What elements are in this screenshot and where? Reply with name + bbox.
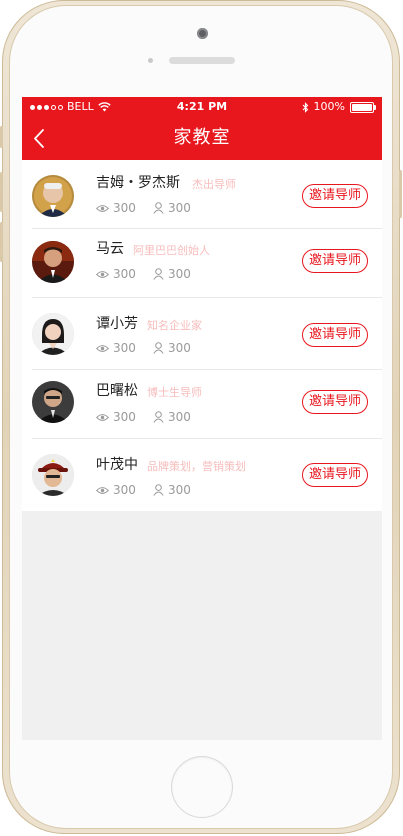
follower-count: 300 — [153, 341, 191, 355]
tutor-title: 博士生导师 — [147, 386, 202, 399]
view-count-value: 300 — [113, 410, 136, 424]
tutor-name: 吉姆・罗杰斯 — [96, 175, 180, 191]
eye-icon — [96, 344, 109, 352]
tutor-row[interactable]: 马云 阿里巴巴创始人 300 300 邀请导师 — [32, 229, 382, 298]
volume-down-button — [0, 222, 3, 262]
view-count-value: 300 — [113, 267, 136, 281]
eye-icon — [96, 413, 109, 421]
tutor-list: 吉姆・罗杰斯 杰出导师 300 300 邀请导师 马云 阿里巴巴创始人 300 … — [22, 160, 382, 511]
view-count: 300 — [96, 341, 136, 355]
volume-up-button — [0, 172, 3, 212]
eye-icon — [96, 486, 109, 494]
follower-count-value: 300 — [168, 201, 191, 215]
follower-count: 300 — [153, 267, 191, 281]
home-button[interactable] — [172, 757, 232, 817]
tutor-title: 品牌策划，营销策划 — [147, 460, 246, 473]
bluetooth-icon — [302, 101, 308, 113]
follower-count: 300 — [153, 201, 191, 215]
tutor-name: 叶茂中 — [96, 457, 138, 473]
follower-count-value: 300 — [168, 267, 191, 281]
tutor-name: 巴曙松 — [96, 383, 138, 399]
invite-tutor-button[interactable]: 邀请导师 — [302, 249, 368, 273]
follower-count-value: 300 — [168, 483, 191, 497]
tutor-row[interactable]: 叶茂中 品牌策划，营销策划 300 300 邀请导师 — [32, 439, 382, 511]
status-bar: BELL 4:21 PM 100% — [22, 97, 382, 117]
tutor-avatar — [32, 175, 74, 217]
view-count-value: 300 — [113, 201, 136, 215]
invite-tutor-button[interactable]: 邀请导师 — [302, 463, 368, 487]
status-right: 100% — [302, 97, 376, 117]
page-title: 家教室 — [173, 127, 231, 148]
tutor-row[interactable]: 巴曙松 博士生导师 300 300 邀请导师 — [32, 370, 382, 439]
view-count: 300 — [96, 267, 136, 281]
battery-icon — [350, 101, 376, 113]
invite-tutor-button[interactable]: 邀请导师 — [302, 184, 368, 208]
earpiece-speaker — [169, 57, 235, 64]
tutor-avatar — [32, 241, 74, 283]
user-icon — [153, 268, 164, 280]
tutor-row[interactable]: 谭小芳 知名企业家 300 300 邀请导师 — [32, 298, 382, 370]
user-icon — [153, 202, 164, 214]
invite-tutor-button[interactable]: 邀请导师 — [302, 390, 368, 414]
follower-count: 300 — [153, 410, 191, 424]
front-camera — [197, 28, 208, 39]
mute-switch — [0, 126, 3, 148]
view-count-value: 300 — [113, 341, 136, 355]
user-icon — [153, 342, 164, 354]
tutor-title: 知名企业家 — [147, 319, 202, 332]
invite-tutor-button[interactable]: 邀请导师 — [302, 323, 368, 347]
view-count: 300 — [96, 410, 136, 424]
app-screen: BELL 4:21 PM 100% 家教室 吉姆・罗杰斯 杰出导师 300 30… — [22, 97, 382, 740]
tutor-name: 谭小芳 — [96, 316, 138, 332]
power-button — [399, 170, 402, 218]
view-count-value: 300 — [113, 483, 136, 497]
user-icon — [153, 411, 164, 423]
tutor-title: 阿里巴巴创始人 — [133, 244, 210, 257]
view-count: 300 — [96, 483, 136, 497]
tutor-avatar — [32, 454, 74, 496]
tutor-name: 马云 — [96, 241, 124, 257]
proximity-sensor — [148, 58, 153, 63]
eye-icon — [96, 204, 109, 212]
follower-count-value: 300 — [168, 410, 191, 424]
tutor-avatar — [32, 381, 74, 423]
follower-count-value: 300 — [168, 341, 191, 355]
tutor-row[interactable]: 吉姆・罗杰斯 杰出导师 300 300 邀请导师 — [32, 160, 382, 229]
battery-level-fill — [352, 103, 372, 111]
battery-percent: 100% — [313, 100, 345, 113]
navigation-bar: 家教室 — [22, 117, 382, 160]
follower-count: 300 — [153, 483, 191, 497]
view-count: 300 — [96, 201, 136, 215]
user-icon — [153, 484, 164, 496]
tutor-title: 杰出导师 — [192, 178, 236, 191]
tutor-avatar — [32, 313, 74, 355]
eye-icon — [96, 270, 109, 278]
